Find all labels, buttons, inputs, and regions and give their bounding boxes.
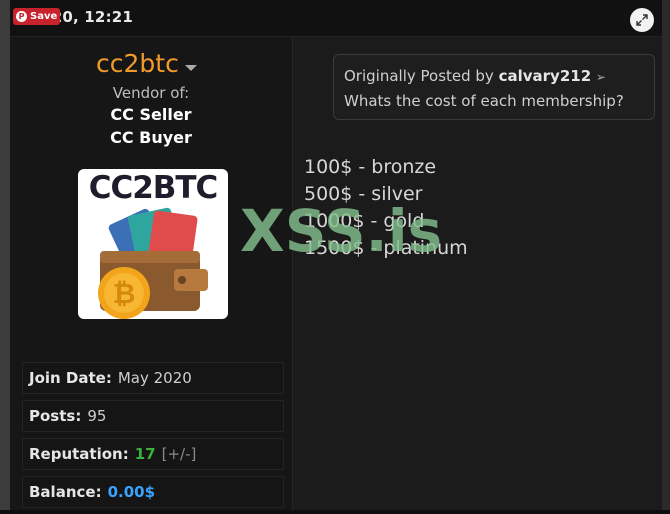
post-content: cc2btc Vendor of: CC Seller CC Buyer CC2… — [10, 37, 662, 510]
balance-value: 0.00$ — [107, 483, 156, 501]
vendor-of-label: Vendor of: — [112, 84, 190, 102]
posts-label: Posts: — [29, 407, 82, 425]
quote-header: Originally Posted by calvary212 ➢ — [344, 64, 654, 89]
user-info-panel: cc2btc Vendor of: CC Seller CC Buyer CC2… — [10, 37, 293, 510]
join-date-label: Join Date: — [29, 369, 112, 387]
pinterest-save-button[interactable]: P Save — [13, 8, 60, 25]
save-label: Save — [30, 11, 58, 22]
tier-line: 100$ - bronze — [304, 156, 437, 178]
quote-author-link[interactable]: calvary212 — [499, 67, 592, 85]
stat-join-date: Join Date: May 2020 — [22, 362, 284, 394]
user-stats: Join Date: May 2020 Posts: 95 Reputation… — [22, 362, 284, 514]
reputation-vote-link[interactable]: [+/-] — [162, 445, 197, 463]
reputation-value: 17 — [134, 445, 156, 463]
quote-box: Originally Posted by calvary212 ➢ Whats … — [333, 54, 655, 120]
window-left-border — [0, 0, 10, 510]
pinterest-icon: P — [16, 11, 27, 22]
view-post-arrow-icon[interactable]: ➢ — [596, 70, 606, 84]
balance-label: Balance: — [29, 483, 102, 501]
posts-value: 95 — [87, 407, 107, 425]
chevron-down-icon[interactable] — [184, 64, 197, 71]
badge-cc-seller: CC Seller — [110, 105, 192, 124]
reputation-label: Reputation: — [29, 445, 129, 463]
svg-text:₿: ₿ — [113, 277, 136, 310]
post-header: -2020, 12:21 — [10, 0, 662, 37]
expand-button[interactable] — [630, 8, 654, 32]
stat-posts: Posts: 95 — [22, 400, 284, 432]
watermark: XSS.is — [240, 197, 443, 265]
username-link[interactable]: cc2btc — [96, 49, 179, 78]
expand-arrows-icon — [636, 14, 648, 26]
quote-text: Whats the cost of each membership? — [344, 92, 624, 110]
stat-reputation: Reputation: 17 [+/-] — [22, 438, 284, 470]
username-row: cc2btc — [96, 49, 197, 78]
stat-balance: Balance: 0.00$ — [22, 476, 284, 508]
wallet-bitcoin-icon: ₿ — [98, 207, 208, 319]
badge-cc-buyer: CC Buyer — [110, 128, 192, 147]
window-right-border — [662, 0, 670, 510]
join-date-value: May 2020 — [117, 369, 192, 387]
quote-prefix: Originally Posted by — [344, 67, 494, 85]
avatar[interactable]: CC2BTC ₿ — [78, 169, 228, 319]
